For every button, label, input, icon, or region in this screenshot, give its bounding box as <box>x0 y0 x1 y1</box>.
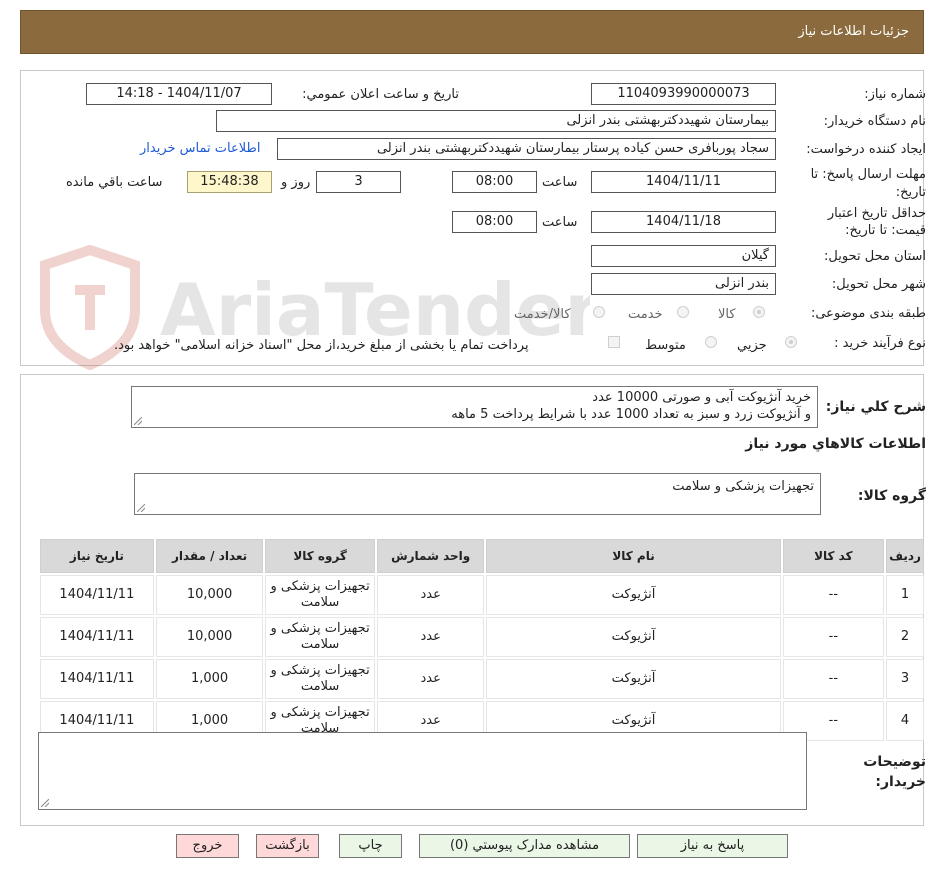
resize-grip-icon <box>137 504 145 512</box>
table-row: 3 -- آنژیوکت عدد تجهیزات پزشکی و سلامت 1… <box>40 659 924 699</box>
cell-item-code: -- <box>782 617 885 657</box>
page-title: جزئیات اطلاعات نیاز <box>798 24 909 39</box>
cell-item-code: -- <box>782 659 885 699</box>
description-textarea: خرید آنژیوکت آبی و صورتی 10000 عدد و آنژ… <box>131 386 818 428</box>
goods-group-value: تجهیزات پزشکی و سلامت <box>672 479 814 494</box>
cell-group: تجهیزات پزشکی و سلامت <box>265 617 375 657</box>
deadline-time-label: ساعت <box>542 175 578 190</box>
cell-quantity: 1,000 <box>155 659 264 699</box>
col-row-number: رديف <box>886 539 924 573</box>
purchase-option-minor: جزيي <box>737 338 767 353</box>
remaining-label: ساعت باقي مانده <box>66 175 163 190</box>
resize-grip-icon <box>41 799 49 807</box>
table-row: 1 -- آنژیوکت عدد تجهیزات پزشکی و سلامت 1… <box>40 575 924 615</box>
announce-label: تاریخ و ساعت اعلان عمومي: <box>302 87 459 102</box>
buyer-field: بیمارستان شهیددکتربهشتی بندر انزلی <box>216 110 776 132</box>
reply-button[interactable]: پاسخ به نياز <box>637 834 788 858</box>
page-header: جزئیات اطلاعات نیاز <box>20 10 924 54</box>
purchase-radio-minor[interactable] <box>785 336 797 348</box>
validity-time-field: 08:00 <box>452 211 537 233</box>
cell-item-name: آنژیوکت <box>486 575 781 615</box>
cell-row-number: 2 <box>886 617 924 657</box>
deadline-label: مهلت ارسال پاسخ: تا تاريخ: <box>810 167 926 200</box>
creator-field: سجاد پوربافری حسن کیاده پرستار بیمارستان… <box>277 138 776 160</box>
description-label: شرح کلي نياز: <box>825 399 926 415</box>
purchase-type-label: نوع فرآيند خريد : <box>834 336 926 351</box>
cell-item-name: آنژیوکت <box>486 617 781 657</box>
treasury-checkbox[interactable] <box>608 336 620 348</box>
purchase-option-medium: متوسط <box>645 338 686 353</box>
description-line-1: خرید آنژیوکت آبی و صورتی 10000 عدد <box>592 390 811 405</box>
city-label: شهر محل تحويل: <box>831 277 926 292</box>
table-row: 2 -- آنژیوکت عدد تجهیزات پزشکی و سلامت 1… <box>40 617 924 657</box>
goods-table-wrapper: رديف کد کالا نام کالا واحد شمارش گروه کا… <box>38 537 926 743</box>
attachments-button[interactable]: مشاهده مدارک پيوستي (0) <box>419 834 630 858</box>
days-field: 3 <box>316 171 401 193</box>
cell-need-date: 1404/11/11 <box>40 575 154 615</box>
cell-group: تجهیزات پزشکی و سلامت <box>265 575 375 615</box>
validity-time-label: ساعت <box>542 215 578 230</box>
cell-quantity: 10,000 <box>155 617 264 657</box>
exit-button[interactable]: خروج <box>176 834 239 858</box>
province-field: گیلان <box>591 245 776 267</box>
col-unit: واحد شمارش <box>376 539 485 573</box>
goods-group-label: گروه کالا: <box>857 488 926 504</box>
col-item-name: نام کالا <box>486 539 781 573</box>
validity-date-field: 1404/11/18 <box>591 211 776 233</box>
goods-info-title: اطلاعات کالاهاي مورد نياز <box>745 436 926 452</box>
contact-buyer-link[interactable]: اطلاعات تماس خريدار <box>140 141 260 156</box>
treasury-note: پرداخت تمام یا بخشی از مبلغ خرید،از محل … <box>114 338 529 353</box>
cell-item-name: آنژیوکت <box>486 659 781 699</box>
buyer-notes-textarea[interactable] <box>38 732 807 810</box>
description-line-2: و آنژیوکت زرد و سبز به تعداد 1000 عدد با… <box>451 407 811 422</box>
cell-unit: عدد <box>376 659 485 699</box>
need-number-field: 1104093990000073 <box>591 83 776 105</box>
category-option-goods: کالا <box>718 307 736 322</box>
cell-unit: عدد <box>376 617 485 657</box>
category-option-service: خدمت <box>628 307 663 322</box>
cell-row-number: 4 <box>886 701 924 741</box>
category-radio-goods[interactable] <box>753 306 765 318</box>
category-radio-goods-service[interactable] <box>593 306 605 318</box>
goods-group-textarea: تجهیزات پزشکی و سلامت <box>134 473 821 515</box>
creator-label: ايجاد کننده درخواست: <box>806 142 926 157</box>
cell-row-number: 3 <box>886 659 924 699</box>
col-need-date: تاريخ نياز <box>40 539 154 573</box>
remaining-time-field: 15:48:38 <box>187 171 272 193</box>
category-option-goods-service: کالا/خدمت <box>514 307 571 322</box>
category-radio-service[interactable] <box>677 306 689 318</box>
table-header-row: رديف کد کالا نام کالا واحد شمارش گروه کا… <box>40 539 924 573</box>
need-number-label: شماره نیاز: <box>864 87 926 102</box>
deadline-date-field: 1404/11/11 <box>591 171 776 193</box>
buyer-label: نام دستگاه خريدار: <box>823 114 926 129</box>
cell-row-number: 1 <box>886 575 924 615</box>
category-label: طبقه بندی موضوعی: <box>810 306 926 321</box>
print-button[interactable]: چاپ <box>339 834 402 858</box>
cell-need-date: 1404/11/11 <box>40 659 154 699</box>
validity-label: حداقل تاريخ اعتبار قيمت: تا تاريخ: <box>827 206 926 238</box>
city-field: بندر انزلی <box>591 273 776 295</box>
cell-need-date: 1404/11/11 <box>40 617 154 657</box>
col-group: گروه کالا <box>265 539 375 573</box>
cell-group: تجهیزات پزشکی و سلامت <box>265 659 375 699</box>
announce-field: 1404/11/07 - 14:18 <box>86 83 272 105</box>
deadline-time-field: 08:00 <box>452 171 537 193</box>
buyer-notes-label: توضيحات خريدار: <box>863 754 926 790</box>
province-label: استان محل تحويل: <box>824 249 926 264</box>
cell-quantity: 10,000 <box>155 575 264 615</box>
days-label: روز و <box>281 175 311 190</box>
resize-grip-icon <box>134 417 142 425</box>
col-item-code: کد کالا <box>782 539 885 573</box>
cell-item-code: -- <box>782 575 885 615</box>
back-button[interactable]: بازگشت <box>256 834 319 858</box>
cell-unit: عدد <box>376 575 485 615</box>
purchase-radio-medium[interactable] <box>705 336 717 348</box>
goods-table: رديف کد کالا نام کالا واحد شمارش گروه کا… <box>38 537 926 743</box>
col-quantity: تعداد / مقدار <box>155 539 264 573</box>
